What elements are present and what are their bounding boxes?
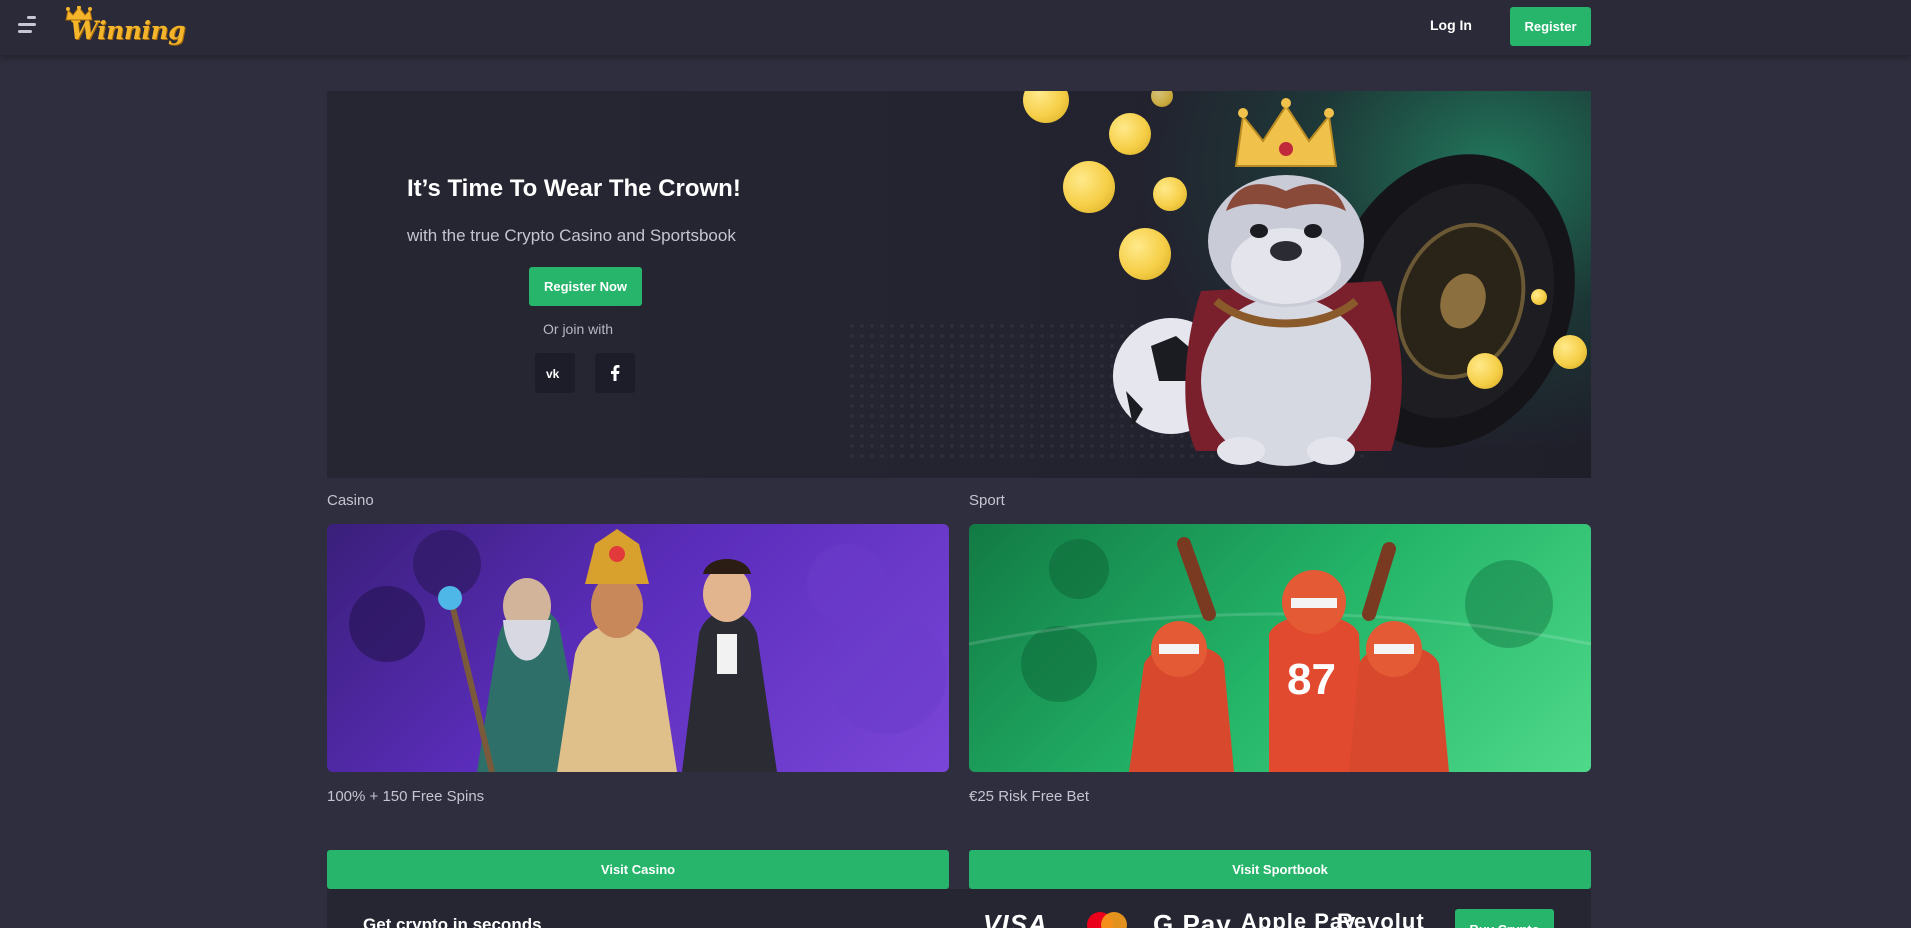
crypto-purchase-strip: Get crypto in seconds VISA G Pay Apple P… bbox=[327, 889, 1591, 928]
visa-logo: VISA bbox=[983, 909, 1048, 928]
facebook-login-button[interactable] bbox=[595, 353, 635, 393]
register-button[interactable]: Register bbox=[1510, 7, 1591, 46]
sport-offer-text: €25 Risk Free Bet bbox=[969, 788, 1090, 805]
coin-decoration bbox=[1153, 177, 1187, 211]
coin-decoration bbox=[1467, 353, 1503, 389]
vk-icon: vk bbox=[546, 367, 560, 379]
coin-decoration bbox=[1531, 289, 1547, 305]
coin-decoration bbox=[1109, 113, 1151, 155]
crypto-title: Get crypto in seconds bbox=[363, 915, 542, 928]
buy-crypto-button[interactable]: Buy Crypto bbox=[1455, 909, 1554, 928]
coin-decoration bbox=[1553, 335, 1587, 369]
mastercard-icon bbox=[1087, 912, 1127, 928]
casino-characters-illustration bbox=[349, 529, 947, 772]
register-now-button[interactable]: Register Now bbox=[529, 267, 642, 306]
sport-section-label: Sport bbox=[969, 492, 1005, 509]
hero-subtitle: with the true Crypto Casino and Sportsbo… bbox=[407, 226, 736, 245]
visit-casino-button[interactable]: Visit Casino bbox=[327, 850, 949, 889]
casino-offer-text: 100% + 150 Free Spins bbox=[327, 788, 485, 805]
casino-promo-card[interactable] bbox=[327, 524, 949, 772]
coin-decoration bbox=[1063, 161, 1115, 213]
svg-text:vk: vk bbox=[546, 367, 560, 379]
winning-logo[interactable]: Winning bbox=[62, 6, 186, 48]
visit-sportbook-button[interactable]: Visit Sportbook bbox=[969, 850, 1591, 889]
top-header: Winning Log In Register bbox=[0, 0, 1911, 56]
football-players-illustration: 87 bbox=[969, 537, 1591, 772]
hero-title: It’s Time To Wear The Crown! bbox=[407, 175, 741, 202]
google-pay-logo: G Pay bbox=[1153, 909, 1232, 928]
facebook-icon bbox=[611, 365, 620, 381]
login-link[interactable]: Log In bbox=[1430, 17, 1472, 33]
menu-icon[interactable] bbox=[18, 14, 40, 34]
vk-login-button[interactable]: vk bbox=[535, 353, 575, 393]
coin-decoration bbox=[1119, 228, 1171, 280]
sport-promo-card[interactable]: 87 bbox=[969, 524, 1591, 772]
svg-text:87: 87 bbox=[1287, 655, 1336, 704]
hero-banner: It’s Time To Wear The Crown! with the tr… bbox=[327, 91, 1591, 478]
logo-text: Winning bbox=[70, 16, 186, 45]
revolut-logo: Revolut bbox=[1337, 909, 1425, 928]
casino-section-label: Casino bbox=[327, 492, 374, 509]
or-join-label: Or join with bbox=[543, 321, 614, 337]
crown-icon bbox=[1234, 98, 1338, 167]
